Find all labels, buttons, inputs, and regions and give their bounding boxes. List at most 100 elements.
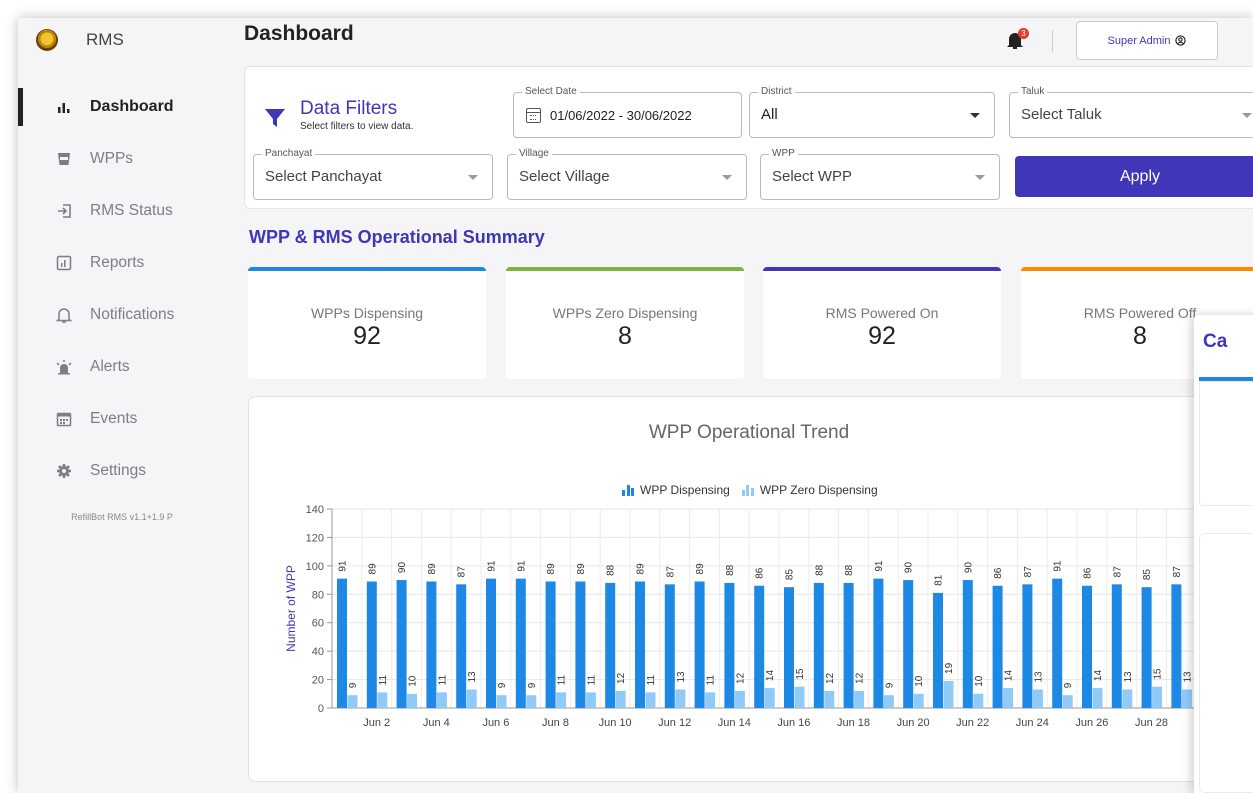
y-tick-label: 80: [312, 589, 324, 601]
taluk-select[interactable]: Taluk Select Taluk: [1009, 86, 1253, 138]
data-label: 85: [785, 569, 796, 581]
x-tick-label: Jun 6: [482, 717, 509, 729]
data-label: 11: [586, 675, 597, 686]
bar-dispensing: [545, 581, 556, 708]
y-tick-label: 60: [312, 618, 324, 630]
data-label: 90: [904, 562, 915, 574]
bar-zero-dispensing: [436, 692, 447, 708]
bar-dispensing: [1141, 587, 1152, 708]
overlay-title: Ca: [1203, 331, 1228, 352]
data-label: 9: [348, 682, 359, 688]
y-axis-label: Number of WPP: [284, 565, 298, 652]
chevron-down-icon: [975, 175, 985, 180]
panchayat-select[interactable]: Panchayat Select Panchayat: [253, 148, 493, 200]
alarm-icon: [55, 358, 73, 376]
district-select[interactable]: District All: [749, 86, 995, 138]
x-tick-label: Jun 28: [1135, 717, 1168, 729]
data-label: 88: [606, 564, 617, 576]
bar-zero-dispensing: [883, 695, 894, 708]
notification-bell-button[interactable]: 3: [1006, 28, 1029, 52]
user-menu-button[interactable]: Super Admin: [1076, 21, 1218, 60]
data-label: 13: [676, 671, 687, 683]
data-label: 81: [934, 574, 945, 586]
bar-dispensing: [396, 580, 407, 708]
stat-label: WPPs Zero Dispensing: [552, 305, 698, 321]
data-label: 89: [636, 563, 647, 575]
y-tick-label: 40: [312, 646, 324, 658]
apply-button[interactable]: Apply: [1015, 156, 1253, 197]
data-label: 9: [1063, 682, 1074, 688]
stat-value: 8: [618, 322, 632, 350]
bar-zero-dispensing: [1122, 689, 1133, 708]
data-label: 10: [914, 675, 925, 687]
sidebar: RMS Dashboard WPPs RMS Status Reports No…: [18, 18, 226, 793]
data-label: 14: [1093, 670, 1104, 682]
data-label: 91: [487, 560, 498, 572]
bar-zero-dispensing: [824, 690, 835, 708]
bar-dispensing: [1022, 584, 1033, 708]
data-label: 11: [706, 675, 717, 686]
sidebar-item-dashboard[interactable]: Dashboard: [18, 88, 226, 126]
sidebar-item-events[interactable]: Events: [18, 404, 226, 434]
data-label: 87: [457, 566, 468, 578]
bar-dispensing: [635, 581, 645, 708]
side-overlay-panel: Ca: [1194, 315, 1253, 793]
login-arrow-icon: [55, 202, 73, 220]
bar-zero-dispensing: [973, 693, 984, 708]
bar-zero-dispensing: [466, 689, 477, 708]
sidebar-item-settings[interactable]: Settings: [18, 456, 226, 486]
bar-zero-dispensing: [675, 689, 686, 708]
x-tick-label: Jun 20: [897, 717, 930, 729]
filter-icon: [265, 109, 285, 127]
bar-dispensing: [486, 578, 496, 708]
data-label: 90: [397, 562, 408, 574]
village-select[interactable]: Village Select Village: [507, 148, 747, 200]
data-label: 91: [338, 560, 349, 572]
field-label: Taluk: [1018, 86, 1048, 98]
sidebar-item-reports[interactable]: Reports: [18, 248, 226, 278]
x-tick-label: Jun 10: [599, 717, 632, 729]
x-tick-label: Jun 12: [658, 717, 691, 729]
filters-subtitle: Select filters to view data.: [300, 121, 414, 132]
bar-zero-dispensing: [526, 695, 537, 708]
cup-icon: [55, 150, 73, 168]
data-label: 91: [874, 560, 885, 572]
field-value: Select Village: [519, 168, 610, 185]
calendar-icon: [526, 108, 541, 123]
sidebar-item-alerts[interactable]: Alerts: [18, 352, 226, 382]
data-label: 89: [695, 563, 706, 575]
chevron-down-icon: [1242, 113, 1252, 118]
app-window: RMS Dashboard WPPs RMS Status Reports No…: [18, 18, 1253, 793]
sidebar-item-wpps[interactable]: WPPs: [18, 144, 226, 174]
bar-zero-dispensing: [496, 695, 507, 708]
header-divider: [1052, 30, 1053, 52]
bar-dispensing: [992, 585, 1003, 708]
data-label: 11: [437, 675, 448, 686]
wpp-select[interactable]: WPP Select WPP: [760, 148, 1000, 200]
stat-card-wpps-dispensing: WPPs Dispensing 92: [248, 267, 486, 379]
sidebar-item-rms-status[interactable]: RMS Status: [18, 196, 226, 226]
data-label: 14: [1004, 670, 1015, 682]
data-label: 13: [1123, 671, 1134, 683]
bar-zero-dispensing: [794, 686, 805, 708]
page-title: Dashboard: [244, 22, 354, 45]
bar-dispensing: [575, 581, 586, 708]
bar-dispensing: [813, 582, 824, 708]
notification-badge: 3: [1018, 28, 1029, 39]
data-label: 9: [527, 682, 538, 688]
stat-label: RMS Powered On: [825, 305, 939, 321]
user-circle-icon: [1175, 35, 1187, 46]
stat-value: 92: [868, 322, 896, 350]
y-tick-label: 20: [312, 675, 324, 687]
bar-dispensing: [605, 582, 616, 708]
filters-title: Data Filters: [300, 98, 398, 119]
data-label: 12: [825, 672, 836, 684]
bar-zero-dispensing: [1181, 689, 1192, 708]
data-label: 11: [557, 675, 568, 686]
date-range-field[interactable]: Select Date 01/06/2022 - 30/06/2022: [513, 86, 742, 138]
sidebar-item-notifications[interactable]: Notifications: [18, 300, 226, 330]
bar-zero-dispensing: [1152, 686, 1163, 708]
bar-dispensing: [337, 578, 347, 708]
y-tick-label: 140: [306, 504, 324, 516]
data-label: 15: [1153, 668, 1164, 680]
